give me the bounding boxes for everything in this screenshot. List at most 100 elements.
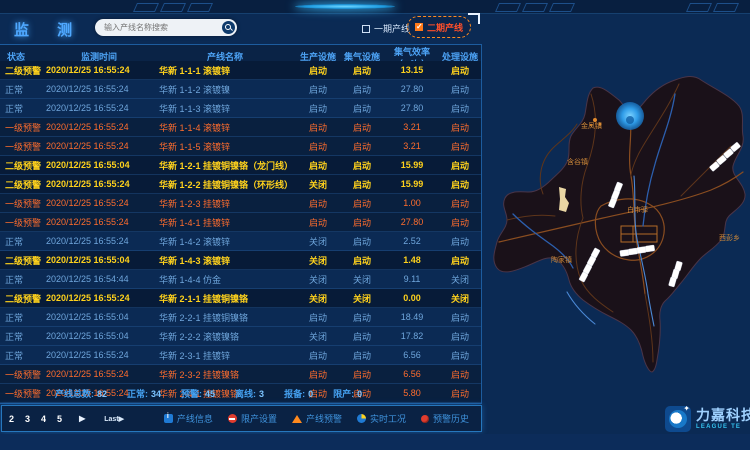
next-page-icon[interactable]: ▶: [79, 414, 85, 423]
search-icon[interactable]: [222, 21, 235, 34]
name-cell: 华新 2-1-1 挂镀铜镍铬: [154, 292, 296, 305]
alarm-pulse-marker[interactable]: [616, 102, 644, 130]
deco-glow-lens: [295, 4, 395, 9]
realtime-status-button[interactable]: 实时工况: [357, 412, 406, 425]
checkbox-unchecked-icon[interactable]: [362, 25, 370, 33]
table-row[interactable]: 正常2020/12/25 16:54:44华新 1-4-4 仿金关闭关闭9.11…: [0, 270, 481, 289]
process-facility-cell: 关闭: [440, 273, 480, 286]
time-cell: 2020/12/25 16:55:24: [44, 122, 154, 132]
status-cell: 一级预警: [0, 140, 44, 153]
map-town-label: 含谷镇: [567, 157, 588, 166]
district-map[interactable]: 金凤镇含谷镇白市驿西彭乡陶家镇: [483, 44, 750, 434]
site-marker[interactable]: [637, 246, 647, 253]
table-row[interactable]: 二级预警2020/12/25 16:55:24华新 1-2-2 挂镀铜镍铬（环形…: [0, 175, 481, 194]
table-row[interactable]: 正常2020/12/25 16:55:24华新 1-1-2 滚镀镍启动启动27.…: [0, 80, 481, 99]
process-facility-cell: 启动: [440, 64, 480, 77]
table-row[interactable]: 正常2020/12/25 16:55:24华新 1-1-3 滚镀锌启动启动27.…: [0, 99, 481, 118]
table-row[interactable]: 一级预警2020/12/25 16:55:24华新 1-4-1 挂镀锌启动启动2…: [0, 213, 481, 232]
prod-facility-cell: 关闭: [296, 178, 340, 191]
time-cell: 2020/12/25 16:55:24: [44, 217, 154, 227]
line-alarm-button[interactable]: 产线预警: [292, 412, 342, 425]
status-cell: 二级预警: [0, 178, 44, 191]
efficiency-cell: 15.99: [384, 160, 440, 170]
name-cell: 华新 1-1-3 滚镀锌: [154, 102, 296, 115]
status-cell: 二级预警: [0, 159, 44, 172]
table-body: 二级预警2020/12/25 16:55:24华新 1-1-1 滚镀锌启动启动1…: [0, 61, 481, 403]
table-row[interactable]: 一级预警2020/12/25 16:55:24华新 1-2-3 挂镀锌启动启动1…: [0, 194, 481, 213]
footer-strip: [0, 434, 750, 450]
efficiency-cell: 2.52: [384, 236, 440, 246]
status-cell: 一级预警: [0, 197, 44, 210]
table-row[interactable]: 正常2020/12/25 16:55:24华新 1-4-2 滚镀锌关闭启动2.5…: [0, 232, 481, 251]
time-cell: 2020/12/25 16:55:24: [44, 236, 154, 246]
process-facility-cell: 启动: [440, 311, 480, 324]
efficiency-cell: 0.00: [384, 293, 440, 303]
gas-facility-cell: 启动: [340, 330, 384, 343]
efficiency-cell: 3.21: [384, 141, 440, 151]
site-marker[interactable]: [628, 248, 638, 255]
checkbox-checked-icon[interactable]: [415, 23, 423, 31]
table-row[interactable]: 一级预警2020/12/25 16:55:24华新 1-1-5 滚镀锌启动启动3…: [0, 137, 481, 156]
gas-facility-cell: 启动: [340, 197, 384, 210]
time-cell: 2020/12/25 16:55:24: [44, 65, 154, 75]
name-cell: 华新 1-2-2 挂镀铜镍铬（环形线）: [154, 178, 296, 191]
alarm-history-button[interactable]: 预警历史: [421, 412, 469, 425]
table-row[interactable]: 二级预警2020/12/25 16:55:04华新 1-2-1 挂镀铜镍铬（龙门…: [0, 156, 481, 175]
process-facility-cell: 启动: [440, 83, 480, 96]
site-marker[interactable]: [620, 249, 630, 256]
process-facility-cell: 启动: [440, 178, 480, 191]
site-marker[interactable]: [645, 245, 655, 252]
toolbar-button-label: 限产设置: [241, 412, 277, 425]
table-row[interactable]: 二级预警2020/12/25 16:55:24华新 2-1-1 挂镀铜镍铬关闭关…: [0, 289, 481, 308]
table-row[interactable]: 正常2020/12/25 16:55:04华新 2-2-1 挂镀铜镍铬启动启动1…: [0, 308, 481, 327]
name-cell: 华新 1-1-5 滚镀锌: [154, 140, 296, 153]
process-facility-cell: 启动: [440, 159, 480, 172]
name-cell: 华新 1-2-3 挂镀锌: [154, 197, 296, 210]
gas-facility-cell: 启动: [340, 349, 384, 362]
name-cell: 华新 1-1-2 滚镀镍: [154, 83, 296, 96]
prod-facility-cell: 启动: [296, 216, 340, 229]
map-town-label: 金凤镇: [581, 121, 602, 130]
gas-facility-cell: 启动: [340, 216, 384, 229]
time-cell: 2020/12/25 16:55:04: [44, 331, 154, 341]
time-cell: 2020/12/25 16:55:24: [44, 103, 154, 113]
phase1-filter-checkbox[interactable]: 一期产线: [362, 22, 410, 35]
phase2-filter-button[interactable]: 二期产线: [407, 16, 471, 38]
name-cell: 华新 1-4-3 滚镀锌: [154, 254, 296, 267]
efficiency-cell: 15.99: [384, 179, 440, 189]
monitoring-table-panel: 状态监测时间产线名称生产设施集气设施集气效率(m³/s)处理设施 二级预警202…: [0, 44, 482, 404]
gas-facility-cell: 启动: [340, 159, 384, 172]
table-row[interactable]: 一级预警2020/12/25 16:55:24华新 1-1-4 滚镀锌启动启动3…: [0, 118, 481, 137]
deco-rect-group-far-right: [688, 3, 737, 11]
page-number[interactable]: 2: [9, 414, 14, 424]
limit-settings-button[interactable]: 限产设置: [228, 412, 277, 425]
page-number[interactable]: 4: [41, 414, 46, 424]
page-number[interactable]: 3: [25, 414, 30, 424]
process-facility-cell: 关闭: [440, 292, 480, 305]
table-row[interactable]: 二级预警2020/12/25 16:55:24华新 1-1-1 滚镀锌启动启动1…: [0, 61, 481, 80]
process-facility-cell: 启动: [440, 368, 480, 381]
search-input[interactable]: [95, 23, 222, 32]
stat-item: 产线总数:82: [55, 387, 107, 400]
time-cell: 2020/12/25 16:55:04: [44, 255, 154, 265]
search-box[interactable]: [95, 19, 237, 36]
table-row[interactable]: 正常2020/12/25 16:55:24华新 2-3-1 挂镀锌启动启动6.5…: [0, 346, 481, 365]
last-page-button[interactable]: Last▶: [104, 415, 124, 423]
gas-facility-cell: 启动: [340, 64, 384, 77]
time-cell: 2020/12/25 16:55:04: [44, 312, 154, 322]
gas-facility-cell: 启动: [340, 83, 384, 96]
top-decoration-bar: [0, 0, 750, 14]
line-info-button[interactable]: 产线信息: [164, 412, 213, 425]
prod-facility-cell: 关闭: [296, 235, 340, 248]
name-cell: 华新 2-2-2 滚镀镍铬: [154, 330, 296, 343]
page-number[interactable]: 5: [57, 414, 62, 424]
stat-item: 离线:3: [235, 387, 264, 400]
table-row[interactable]: 二级预警2020/12/25 16:55:04华新 1-4-3 滚镀锌关闭启动1…: [0, 251, 481, 270]
table-row[interactable]: 正常2020/12/25 16:55:04华新 2-2-2 滚镀镍铬关闭启动17…: [0, 327, 481, 346]
status-cell: 正常: [0, 83, 44, 96]
prod-facility-cell: 启动: [296, 311, 340, 324]
name-cell: 华新 1-4-4 仿金: [154, 273, 296, 286]
table-row[interactable]: 一级预警2020/12/25 16:55:24华新 2-3-2 挂镀镍铬启动启动…: [0, 365, 481, 384]
table-header-row: 状态监测时间产线名称生产设施集气设施集气效率(m³/s)处理设施: [0, 45, 481, 62]
gas-facility-cell: 启动: [340, 102, 384, 115]
